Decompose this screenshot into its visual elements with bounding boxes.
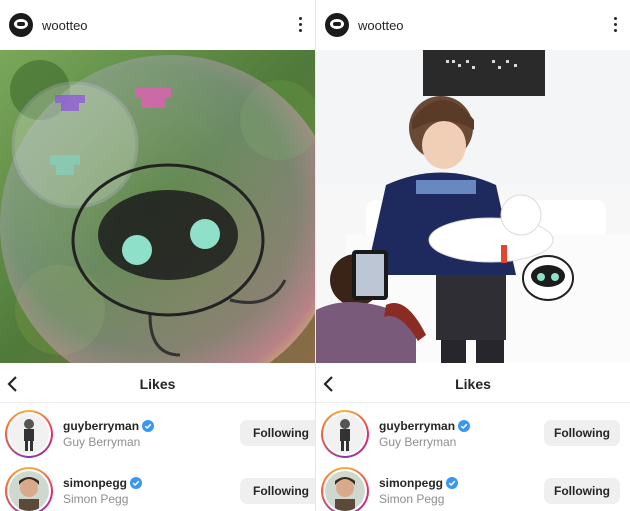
- like-row-simonpegg[interactable]: simonpegg Simon Pegg Following: [316, 463, 630, 511]
- avatar[interactable]: [5, 467, 53, 511]
- post-header: wootteo: [316, 0, 630, 50]
- likes-title: Likes: [455, 376, 491, 392]
- post-image-photo[interactable]: [316, 50, 630, 363]
- wootteo-avatar-icon[interactable]: [325, 13, 349, 37]
- likes-title: Likes: [139, 376, 176, 392]
- back-chevron-icon[interactable]: [321, 375, 337, 393]
- post-header: wootteo: [0, 0, 315, 50]
- like-row-guyberryman[interactable]: guyberryman Guy Berryman Following: [0, 406, 315, 462]
- user-full-name: Simon Pegg: [63, 492, 129, 506]
- post-image-bubble[interactable]: [0, 50, 315, 363]
- more-options-icon[interactable]: [614, 17, 618, 33]
- like-row-guyberryman[interactable]: guyberryman Guy Berryman Following: [316, 406, 630, 462]
- likes-header: Likes: [316, 366, 630, 403]
- following-button[interactable]: Following: [240, 420, 315, 446]
- avatar[interactable]: [5, 410, 53, 458]
- user-handle[interactable]: simonpegg: [63, 476, 127, 490]
- avatar[interactable]: [321, 410, 369, 458]
- post-username[interactable]: wootteo: [358, 18, 404, 33]
- like-row-simonpegg[interactable]: simonpegg Simon Pegg Following: [0, 463, 315, 511]
- verified-badge-icon: [130, 477, 143, 489]
- user-full-name: Simon Pegg: [379, 492, 445, 506]
- user-handle[interactable]: simonpegg: [379, 476, 443, 490]
- following-button[interactable]: Following: [544, 420, 620, 446]
- user-handle[interactable]: guyberryman: [379, 419, 455, 433]
- back-chevron-icon[interactable]: [5, 375, 21, 393]
- user-full-name: Guy Berryman: [379, 435, 457, 449]
- left-post-panel: wootteo Likes guyberryman Guy Berryman F…: [0, 0, 315, 511]
- verified-badge-icon: [446, 477, 459, 489]
- user-full-name: Guy Berryman: [63, 435, 141, 449]
- verified-badge-icon: [458, 420, 471, 432]
- right-post-panel: wootteo Likes guyberryman Guy Berryman F…: [316, 0, 630, 511]
- wootteo-avatar-icon[interactable]: [9, 13, 33, 37]
- user-handle[interactable]: guyberryman: [63, 419, 139, 433]
- post-username[interactable]: wootteo: [42, 18, 88, 33]
- verified-badge-icon: [142, 420, 155, 432]
- more-options-icon[interactable]: [299, 17, 303, 33]
- following-button[interactable]: Following: [240, 478, 315, 504]
- following-button[interactable]: Following: [544, 478, 620, 504]
- likes-header: Likes: [0, 366, 315, 403]
- avatar[interactable]: [321, 467, 369, 511]
